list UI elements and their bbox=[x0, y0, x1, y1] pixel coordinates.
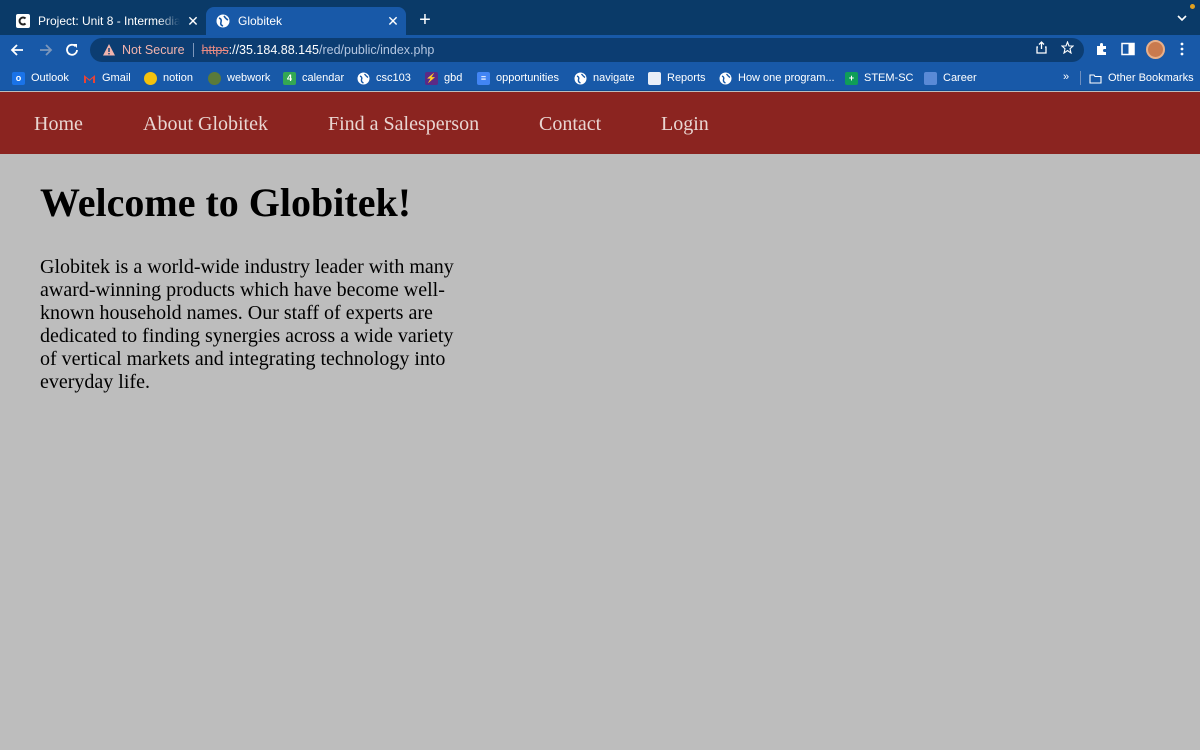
bookmark-gbd[interactable]: ⚡ gbd bbox=[425, 70, 462, 86]
nav-home-link[interactable]: Home bbox=[34, 113, 83, 136]
side-panel-icon[interactable] bbox=[1120, 41, 1136, 57]
security-label[interactable]: Not Secure bbox=[122, 43, 185, 57]
bookmark-label: How one program... bbox=[738, 72, 835, 84]
nav-login-link[interactable]: Login bbox=[661, 113, 709, 136]
bookmark-label: csc103 bbox=[376, 72, 411, 84]
divider bbox=[1080, 71, 1081, 85]
bookmark-career[interactable]: Career bbox=[924, 70, 977, 86]
nav-contact-link[interactable]: Contact bbox=[539, 113, 601, 136]
extensions-icon[interactable] bbox=[1094, 41, 1110, 57]
url-path: /red/public/index.php bbox=[319, 43, 435, 57]
plus-icon: + bbox=[845, 71, 858, 85]
chevron-down-icon[interactable] bbox=[1176, 12, 1188, 24]
folder-icon bbox=[1089, 73, 1102, 84]
intro-paragraph: Globitek is a world-wide industry leader… bbox=[40, 256, 454, 393]
browser-toolbar: Not Secure https ://35.184.88.145 /red/p… bbox=[0, 35, 1200, 65]
profile-avatar[interactable] bbox=[1146, 40, 1165, 59]
bookmark-outlook[interactable]: o Outlook bbox=[12, 70, 69, 86]
address-bar[interactable]: Not Secure https ://35.184.88.145 /red/p… bbox=[90, 38, 1084, 62]
nav-find-salesperson-link[interactable]: Find a Salesperson bbox=[328, 113, 479, 136]
other-bookmarks-folder[interactable]: Other Bookmarks bbox=[1089, 70, 1194, 86]
bookmark-label: Career bbox=[943, 72, 977, 84]
back-icon[interactable] bbox=[9, 41, 27, 59]
nav-about-link[interactable]: About Globitek bbox=[143, 113, 268, 136]
divider bbox=[192, 43, 194, 57]
forward-icon[interactable] bbox=[36, 41, 54, 59]
tab-strip: Project: Unit 8 - Intermediate CSS ✕ Glo… bbox=[0, 0, 1200, 35]
calendar-icon: 4 bbox=[283, 71, 296, 85]
share-icon[interactable] bbox=[1035, 41, 1048, 54]
bookmark-label: calendar bbox=[302, 72, 345, 84]
bookmark-webwork[interactable]: webwork bbox=[208, 70, 270, 86]
site-nav: Home About Globitek Find a Salesperson C… bbox=[0, 92, 1200, 154]
globe-icon bbox=[574, 72, 587, 84]
page-icon bbox=[648, 71, 661, 85]
globe-icon bbox=[357, 72, 370, 84]
update-indicator bbox=[1190, 4, 1195, 9]
bookmark-label: Other Bookmarks bbox=[1108, 72, 1194, 84]
close-tab-icon[interactable]: ✕ bbox=[380, 13, 406, 30]
outlook-icon: o bbox=[12, 71, 25, 85]
square-icon bbox=[924, 71, 937, 85]
bookmark-gmail[interactable]: Gmail bbox=[83, 70, 131, 86]
url-host: ://35.184.88.145 bbox=[228, 43, 319, 57]
warning-icon[interactable] bbox=[102, 43, 116, 57]
reload-icon[interactable] bbox=[63, 41, 81, 59]
bookmark-notion[interactable]: notion bbox=[144, 70, 193, 86]
bookmark-label: STEM-SC bbox=[864, 72, 914, 84]
bookmark-label: opportunities bbox=[496, 72, 559, 84]
tab-project[interactable]: Project: Unit 8 - Intermediate CSS ✕ bbox=[6, 7, 206, 35]
page-title: Welcome to Globitek! bbox=[40, 180, 412, 225]
new-tab-button[interactable]: + bbox=[414, 9, 436, 31]
url-scheme: https bbox=[201, 43, 229, 57]
tab-globitek[interactable]: Globitek ✕ bbox=[206, 7, 406, 35]
bookmark-opportunities[interactable]: ≡ opportunities bbox=[477, 70, 559, 86]
gmail-icon bbox=[84, 74, 95, 83]
bookmark-calendar[interactable]: 4 calendar bbox=[283, 70, 344, 86]
bookmark-label: Outlook bbox=[31, 72, 69, 84]
tab-title: Globitek bbox=[238, 14, 283, 28]
globe-icon bbox=[216, 14, 230, 28]
bookmark-label: navigate bbox=[593, 72, 635, 84]
close-tab-icon[interactable]: ✕ bbox=[180, 13, 206, 30]
bookmark-stem-sc[interactable]: + STEM-SC bbox=[845, 70, 914, 86]
bookmark-csc103[interactable]: csc103 bbox=[357, 70, 411, 86]
bookmark-navigate[interactable]: navigate bbox=[574, 70, 635, 86]
bookmark-label: notion bbox=[163, 72, 193, 84]
webwork-icon bbox=[208, 71, 221, 85]
menu-kebab-icon[interactable] bbox=[1174, 41, 1190, 57]
tab-title: Project: Unit 8 - Intermediate CSS bbox=[38, 14, 180, 28]
bookmark-label: Reports bbox=[667, 72, 706, 84]
bookmark-reports[interactable]: Reports bbox=[648, 70, 706, 86]
emoji-icon bbox=[144, 71, 157, 85]
canvas-icon bbox=[16, 14, 30, 28]
bookmarks-bar: o Outlook Gmail notion webwork 4 calenda… bbox=[0, 65, 1200, 91]
bookmark-label: gbd bbox=[444, 72, 463, 84]
globe-icon bbox=[719, 72, 732, 84]
main-content: Welcome to Globitek! Globitek is a world… bbox=[40, 180, 470, 394]
bookmark-label: webwork bbox=[227, 72, 271, 84]
bookmark-star-icon[interactable] bbox=[1061, 41, 1074, 54]
bolt-icon: ⚡ bbox=[425, 71, 438, 85]
bookmarks-overflow-button[interactable]: » bbox=[1063, 71, 1069, 83]
docs-icon: ≡ bbox=[477, 71, 490, 85]
bookmark-how-one-program[interactable]: How one program... bbox=[719, 70, 835, 86]
bookmark-label: Gmail bbox=[102, 72, 131, 84]
